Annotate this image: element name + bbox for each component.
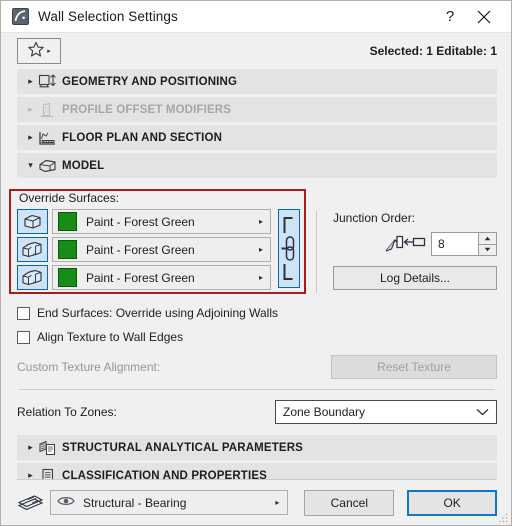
classification-icon — [37, 468, 58, 480]
end-surfaces-checkbox-row[interactable]: End Surfaces: Override using Adjoining W… — [17, 302, 497, 324]
wall-edge-face-icon[interactable] — [17, 265, 48, 290]
section-floor-plan-and-section[interactable]: ▸ FLOOR PLAN AND SECTION — [17, 125, 497, 150]
section-label: PROFILE OFFSET MODIFIERS — [62, 103, 232, 116]
surface-row: Paint - Forest Green ▸ — [17, 209, 271, 234]
popup-arrow-icon: ▸ — [258, 273, 263, 282]
custom-texture-alignment-label: Custom Texture Alignment: — [17, 360, 161, 374]
color-swatch — [58, 268, 77, 287]
layer-name: Structural - Bearing — [83, 495, 187, 510]
surface-selector[interactable]: Paint - Forest Green ▸ — [52, 237, 271, 262]
section-label: MODEL — [62, 159, 105, 172]
surface-name: Paint - Forest Green — [86, 242, 195, 257]
toolbar: ▸ Selected: 1 Editable: 1 — [1, 33, 511, 69]
section-model[interactable]: ▾ MODEL — [17, 153, 497, 178]
relation-to-zones-label: Relation To Zones: — [17, 405, 117, 419]
help-icon[interactable]: ? — [433, 2, 467, 32]
dialog-footer: Structural - Bearing ▸ Cancel OK — [1, 480, 511, 525]
surface-selector[interactable]: Paint - Forest Green ▸ — [52, 209, 271, 234]
window-title: Wall Selection Settings — [38, 9, 178, 24]
end-surfaces-label: End Surfaces: Override using Adjoining W… — [37, 306, 279, 320]
popup-arrow-icon: ▸ — [258, 245, 263, 254]
collapse-triangle-icon: ▾ — [28, 160, 33, 170]
floor-plan-icon — [37, 130, 58, 146]
stepper-up-icon[interactable] — [478, 232, 497, 244]
star-icon — [27, 41, 45, 61]
stepper-buttons — [478, 232, 497, 256]
surface-selector[interactable]: Paint - Forest Green ▸ — [52, 265, 271, 290]
surface-list: Paint - Forest Green ▸ Paint - Forest Gr… — [17, 209, 271, 293]
profile-offset-icon — [37, 102, 58, 118]
surfaces-and-junction-area: Paint - Forest Green ▸ Paint - Forest Gr… — [17, 209, 497, 293]
expand-triangle-icon: ▸ — [28, 76, 33, 86]
reset-texture-button: Reset Texture — [331, 355, 497, 379]
expand-triangle-icon: ▸ — [28, 104, 33, 114]
log-details-button[interactable]: Log Details... — [333, 266, 497, 290]
surface-name: Paint - Forest Green — [86, 270, 195, 285]
section-profile-offset-modifiers[interactable]: ▸ PROFILE OFFSET MODIFIERS — [17, 97, 497, 122]
junction-order-value[interactable]: 8 — [431, 232, 478, 256]
override-surfaces-label: Override Surfaces: — [19, 191, 120, 205]
section-geometry-and-positioning[interactable]: ▸ GEOMETRY AND POSITIONING — [17, 69, 497, 94]
end-surfaces-checkbox[interactable] — [17, 306, 30, 320]
expand-triangle-icon: ▸ — [28, 442, 33, 452]
expand-triangle-icon: ▸ — [28, 132, 33, 142]
chain-link-icon[interactable] — [278, 209, 300, 288]
color-swatch — [58, 240, 77, 259]
section-label: STRUCTURAL ANALYTICAL PARAMETERS — [62, 441, 303, 454]
align-texture-label: Align Texture to Wall Edges — [37, 330, 184, 344]
ok-button[interactable]: OK — [407, 489, 497, 516]
close-icon[interactable] — [467, 2, 501, 32]
favorites-button[interactable]: ▸ — [17, 38, 61, 64]
junction-order-label: Junction Order: — [333, 211, 416, 225]
surface-name: Paint - Forest Green — [86, 214, 195, 229]
eye-icon — [57, 495, 75, 510]
stepper-down-icon[interactable] — [478, 243, 497, 256]
section-label: CLASSIFICATION AND PROPERTIES — [62, 469, 267, 480]
section-label: FLOOR PLAN AND SECTION — [62, 131, 223, 144]
model-box-icon — [37, 158, 58, 174]
geometry-icon — [37, 73, 58, 90]
junction-order-group: Junction Order: 8 Log Details... — [333, 209, 497, 290]
align-texture-checkbox-row[interactable]: Align Texture to Wall Edges — [17, 326, 497, 348]
section-structural-analytical-parameters[interactable]: ▸ STRUCTURAL ANALYTICAL PARAMETERS — [17, 435, 497, 460]
popup-arrow-icon: ▸ — [258, 217, 263, 226]
wall-inside-face-icon[interactable] — [17, 237, 48, 262]
relation-to-zones-value: Zone Boundary — [283, 405, 366, 419]
structural-analytical-icon — [37, 440, 58, 456]
resize-grip[interactable] — [498, 512, 508, 523]
popup-arrow-icon: ▸ — [275, 498, 280, 507]
relation-to-zones-select[interactable]: Zone Boundary — [275, 400, 497, 424]
relation-to-zones-row: Relation To Zones: Zone Boundary — [17, 398, 497, 426]
title-bar: Wall Selection Settings ? — [1, 1, 511, 33]
wall-outside-face-icon[interactable] — [17, 209, 48, 234]
chevron-down-icon — [476, 405, 489, 419]
custom-texture-alignment-row: Custom Texture Alignment: Reset Texture — [17, 354, 497, 380]
cancel-button[interactable]: Cancel — [304, 489, 395, 516]
layer-stack-icon — [17, 493, 45, 512]
selection-status: Selected: 1 Editable: 1 — [369, 44, 497, 58]
section-classification-and-properties[interactable]: ▸ CLASSIFICATION AND PROPERTIES — [17, 463, 497, 480]
section-label: GEOMETRY AND POSITIONING — [62, 75, 238, 88]
junction-order-icon — [383, 232, 427, 256]
settings-body: ▸ GEOMETRY AND POSITIONING ▸ PROFILE OFF… — [1, 69, 511, 480]
junction-order-stepper[interactable]: 8 — [431, 232, 497, 256]
surface-row: Paint - Forest Green ▸ — [17, 237, 271, 262]
align-texture-checkbox[interactable] — [17, 330, 30, 344]
junction-order-control: 8 — [333, 231, 497, 257]
expand-triangle-icon: ▸ — [28, 470, 33, 480]
model-panel: Override Surfaces: Paint - Forest Green … — [9, 181, 497, 426]
surface-row: Paint - Forest Green ▸ — [17, 265, 271, 290]
favorites-caret-icon: ▸ — [47, 47, 51, 55]
archicad-wall-icon — [12, 8, 29, 25]
layer-selector[interactable]: Structural - Bearing ▸ — [50, 490, 289, 515]
divider — [19, 389, 495, 390]
wall-selection-settings-dialog: Wall Selection Settings ? ▸ Selected: 1 … — [0, 0, 512, 526]
vertical-divider — [316, 211, 317, 293]
color-swatch — [58, 212, 77, 231]
